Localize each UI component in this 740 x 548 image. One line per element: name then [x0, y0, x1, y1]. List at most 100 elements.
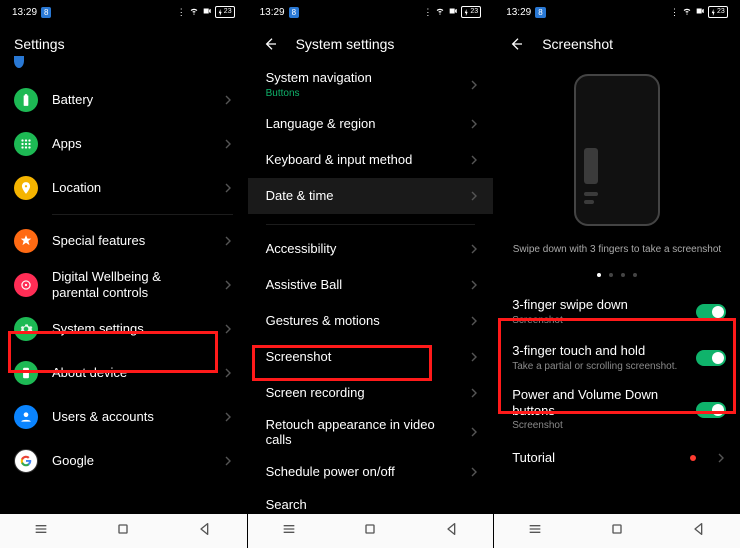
toggle-3-finger-swipe-down[interactable]: 3-finger swipe down Screenshot: [494, 289, 740, 335]
row-schedule-power[interactable]: Schedule power on/off: [248, 454, 494, 490]
system-settings-list: System navigation Buttons Language & reg…: [248, 64, 494, 514]
row-label: About device: [52, 365, 211, 381]
video-icon: [448, 6, 458, 18]
wellbeing-icon: [14, 273, 38, 297]
dot-2: [609, 273, 613, 277]
row-label: Retouch appearance in video calls: [266, 417, 458, 448]
bluetooth-icon: ⋮: [177, 7, 186, 18]
location-icon: [14, 176, 38, 200]
status-bar: 13:29 8 ⋮ 23: [248, 0, 494, 24]
row-language-region[interactable]: Language & region: [248, 106, 494, 142]
row-screenshot[interactable]: Screenshot: [248, 339, 494, 375]
back-arrow-icon[interactable]: [262, 36, 278, 52]
row-location[interactable]: Location: [0, 166, 247, 210]
page-title: Settings: [14, 36, 65, 52]
recents-button[interactable]: [527, 521, 543, 542]
wifi-icon: [682, 6, 692, 18]
row-label: 3-finger touch and hold: [512, 343, 682, 359]
status-bar: 13:29 8 ⋮ 23: [494, 0, 740, 24]
partial-icon: [14, 64, 24, 68]
row-label: Schedule power on/off: [266, 464, 458, 480]
row-label: Language & region: [266, 116, 458, 132]
row-digital-wellbeing[interactable]: Digital Wellbeing & parental controls: [0, 263, 247, 307]
chevron-right-icon: [225, 280, 233, 290]
chevron-right-icon: [225, 183, 233, 193]
row-label: Special features: [52, 233, 211, 249]
chevron-right-icon: [225, 139, 233, 149]
battery-icon: [14, 88, 38, 112]
row-special-features[interactable]: Special features: [0, 219, 247, 263]
chevron-right-icon: [225, 412, 233, 422]
wifi-icon: [435, 6, 445, 18]
row-label: Power and Volume Down buttons: [512, 387, 682, 418]
row-label: Keyboard & input method: [266, 152, 458, 168]
chevron-right-icon: [471, 316, 479, 326]
chevron-right-icon: [225, 236, 233, 246]
row-label: Screen recording: [266, 385, 458, 401]
wifi-icon: [189, 6, 199, 18]
row-label: Battery: [52, 92, 211, 108]
row-label: Digital Wellbeing & parental controls: [52, 269, 211, 300]
chevron-right-icon: [471, 467, 479, 477]
header: System settings: [248, 24, 494, 64]
toggle-switch[interactable]: [696, 402, 726, 418]
row-users-accounts[interactable]: Users & accounts: [0, 395, 247, 439]
home-button[interactable]: [362, 521, 378, 542]
toggle-power-volume-down[interactable]: Power and Volume Down buttons Screenshot: [494, 381, 740, 438]
home-button[interactable]: [115, 521, 131, 542]
battery-indicator: 23: [708, 6, 728, 18]
screen-settings: 13:29 8 ⋮ 23 Settings: [0, 0, 247, 548]
gear-icon: [14, 317, 38, 341]
chevron-right-icon: [718, 453, 726, 463]
battery-indicator: 23: [215, 6, 235, 18]
row-battery[interactable]: Battery: [0, 78, 247, 122]
row-retouch-video-calls[interactable]: Retouch appearance in video calls: [248, 411, 494, 454]
row-gestures-motions[interactable]: Gestures & motions: [248, 303, 494, 339]
back-button[interactable]: [444, 521, 460, 542]
recents-button[interactable]: [281, 521, 297, 542]
home-button[interactable]: [609, 521, 625, 542]
row-assistive-ball[interactable]: Assistive Ball: [248, 267, 494, 303]
battery-indicator: 23: [461, 6, 481, 18]
back-button[interactable]: [691, 521, 707, 542]
row-system-settings[interactable]: System settings: [0, 307, 247, 351]
row-screen-recording[interactable]: Screen recording: [248, 375, 494, 411]
row-about-device[interactable]: About device: [0, 351, 247, 395]
user-icon: [14, 405, 38, 429]
chevron-right-icon: [471, 388, 479, 398]
row-google[interactable]: Google: [0, 439, 247, 483]
row-date-time[interactable]: Date & time: [248, 178, 494, 214]
gesture-illustration: Swipe down with 3 fingers to take a scre…: [494, 64, 740, 289]
row-label: Accessibility: [266, 241, 458, 257]
back-arrow-icon[interactable]: [508, 36, 524, 52]
bluetooth-icon: ⋮: [423, 7, 432, 18]
toggle-switch[interactable]: [696, 350, 726, 366]
row-subtitle: Buttons: [266, 88, 458, 100]
row-label: Tutorial: [512, 450, 676, 466]
screen-system-settings: 13:29 8 ⋮ 23 System settings System navi…: [247, 0, 494, 548]
row-search[interactable]: Search: [248, 490, 494, 514]
apps-icon: [14, 132, 38, 156]
header: Screenshot: [494, 24, 740, 64]
row-accessibility[interactable]: Accessibility: [248, 231, 494, 267]
row-system-navigation[interactable]: System navigation Buttons: [248, 64, 494, 106]
chevron-right-icon: [225, 324, 233, 334]
row-tutorial[interactable]: Tutorial: [494, 438, 740, 478]
chevron-right-icon: [471, 427, 479, 437]
page-indicator[interactable]: [597, 273, 637, 277]
row-keyboard-input[interactable]: Keyboard & input method: [248, 142, 494, 178]
status-time: 13:29: [12, 7, 37, 18]
row-apps[interactable]: Apps: [0, 122, 247, 166]
settings-list: Battery Apps Location: [0, 64, 247, 514]
row-label: 3-finger swipe down: [512, 297, 682, 313]
chevron-right-icon: [471, 155, 479, 165]
video-icon: [695, 6, 705, 18]
row-label: System navigation: [266, 70, 458, 86]
status-bar: 13:29 8 ⋮ 23: [0, 0, 247, 24]
recents-button[interactable]: [33, 521, 49, 542]
toggle-switch[interactable]: [696, 304, 726, 320]
row-label: Gestures & motions: [266, 313, 458, 329]
back-button[interactable]: [197, 521, 213, 542]
toggle-3-finger-touch-hold[interactable]: 3-finger touch and hold Take a partial o…: [494, 335, 740, 381]
row-label: Users & accounts: [52, 409, 211, 425]
